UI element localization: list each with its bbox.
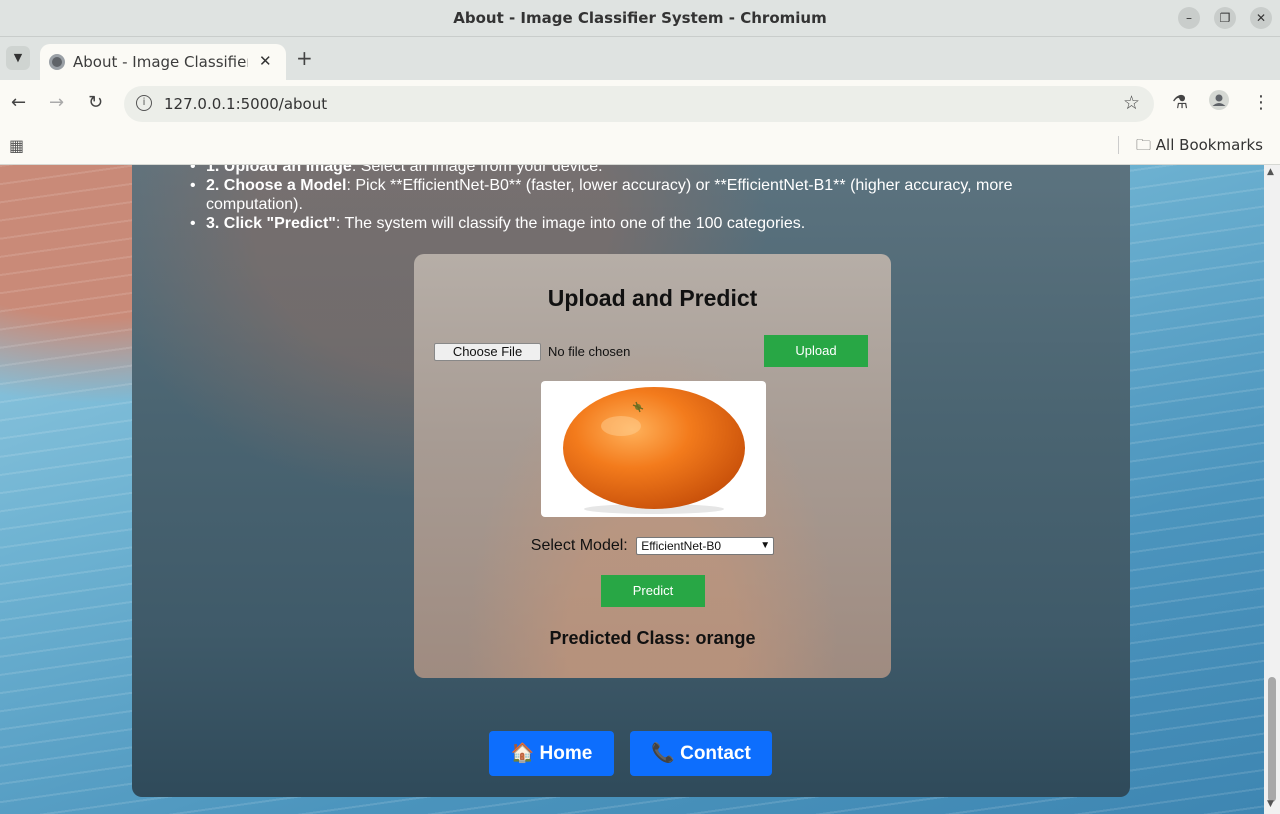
scroll-up-icon[interactable]: ▲ bbox=[1267, 167, 1274, 177]
file-status-text: No file chosen bbox=[548, 344, 631, 359]
browser-toolbar: ← → ↻ i 127.0.0.1:5000/about ☆ ⚗ ⋮ bbox=[0, 80, 1280, 128]
profile-icon[interactable] bbox=[1209, 90, 1229, 115]
minimize-icon[interactable]: – bbox=[1178, 7, 1200, 29]
reload-icon[interactable]: ↻ bbox=[88, 92, 103, 113]
model-select-row: Select Model: EfficientNet-B0 ▼ bbox=[414, 537, 891, 555]
instructions-list: 1. Upload an Image: Select an image from… bbox=[188, 165, 1098, 233]
model-select-dropdown[interactable]: EfficientNet-B0 ▼ bbox=[636, 537, 775, 555]
contact-button[interactable]: 📞 Contact bbox=[630, 731, 772, 776]
tab-title: About - Image Classifier System bbox=[73, 53, 248, 71]
upload-button[interactable]: Upload bbox=[764, 335, 868, 367]
forward-icon[interactable]: → bbox=[49, 92, 64, 113]
card-title: Upload and Predict bbox=[547, 285, 758, 311]
tab-about[interactable]: About - Image Classifier System ✕ bbox=[40, 44, 286, 80]
window-title: About - Image Classifier System - Chromi… bbox=[453, 9, 827, 27]
page-scrollbar[interactable]: ▲ ▼ bbox=[1264, 165, 1280, 814]
model-selected-value: EfficientNet-B0 bbox=[641, 539, 722, 553]
predict-button[interactable]: Predict bbox=[601, 575, 705, 607]
list-item: 2. Choose a Model: Pick **EfficientNet-B… bbox=[188, 176, 1098, 214]
folder-icon: 🗀 bbox=[1136, 136, 1152, 154]
bookmarks-separator bbox=[1118, 136, 1119, 154]
window-titlebar: About - Image Classifier System - Chromi… bbox=[0, 0, 1280, 37]
chevron-down-icon: ▼ bbox=[760, 540, 771, 551]
step-text: : Select an image from your device. bbox=[351, 165, 603, 175]
browser-favicon bbox=[49, 54, 65, 70]
all-bookmarks-label: All Bookmarks bbox=[1155, 136, 1263, 154]
scrollbar-thumb[interactable] bbox=[1268, 677, 1276, 802]
step-label: 3. Click "Predict" bbox=[206, 215, 336, 232]
restore-icon[interactable]: ❐ bbox=[1214, 7, 1236, 29]
all-bookmarks-button[interactable]: 🗀 All Bookmarks bbox=[1136, 135, 1263, 160]
list-item: 1. Upload an Image: Select an image from… bbox=[188, 165, 1098, 176]
home-button[interactable]: 🏠 Home bbox=[489, 731, 614, 776]
back-icon[interactable]: ← bbox=[11, 92, 26, 113]
scroll-down-icon[interactable]: ▼ bbox=[1267, 799, 1274, 809]
model-select-label: Select Model: bbox=[530, 537, 628, 554]
step-text: : The system will classify the image int… bbox=[335, 215, 806, 232]
list-item: 3. Click "Predict": The system will clas… bbox=[188, 214, 1098, 233]
choose-file-button[interactable]: Choose File bbox=[434, 343, 541, 361]
bookmark-star-icon[interactable]: ☆ bbox=[1123, 92, 1140, 114]
page-viewport: 1. Upload an Image: Select an image from… bbox=[0, 165, 1264, 814]
about-panel: 1. Upload an Image: Select an image from… bbox=[132, 165, 1130, 797]
orange-fruit-image bbox=[563, 387, 745, 514]
address-bar[interactable]: i 127.0.0.1:5000/about ☆ bbox=[124, 86, 1154, 122]
apps-grid-icon[interactable]: ▦ bbox=[9, 136, 24, 155]
bookmarks-bar: ▦ 🗀 All Bookmarks bbox=[0, 128, 1280, 165]
prediction-result: Predicted Class: orange bbox=[549, 628, 756, 648]
step-label: 1. Upload an Image bbox=[206, 165, 352, 175]
site-info-icon[interactable]: i bbox=[136, 95, 152, 111]
close-icon[interactable]: ✕ bbox=[1250, 7, 1272, 29]
step-label: 2. Choose a Model bbox=[206, 177, 347, 194]
tab-close-icon[interactable]: ✕ bbox=[259, 52, 272, 70]
new-tab-button[interactable]: + bbox=[296, 46, 313, 70]
image-preview bbox=[541, 381, 766, 517]
tab-list-icon[interactable]: ▼ bbox=[6, 46, 30, 70]
labs-flask-icon[interactable]: ⚗ bbox=[1172, 92, 1188, 113]
menu-kebab-icon[interactable]: ⋮ bbox=[1252, 92, 1270, 113]
address-url[interactable]: 127.0.0.1:5000/about bbox=[164, 95, 327, 113]
upload-predict-card: Upload and Predict Choose File No file c… bbox=[414, 254, 891, 678]
tab-strip: ▼ About - Image Classifier System ✕ + bbox=[0, 37, 1280, 80]
